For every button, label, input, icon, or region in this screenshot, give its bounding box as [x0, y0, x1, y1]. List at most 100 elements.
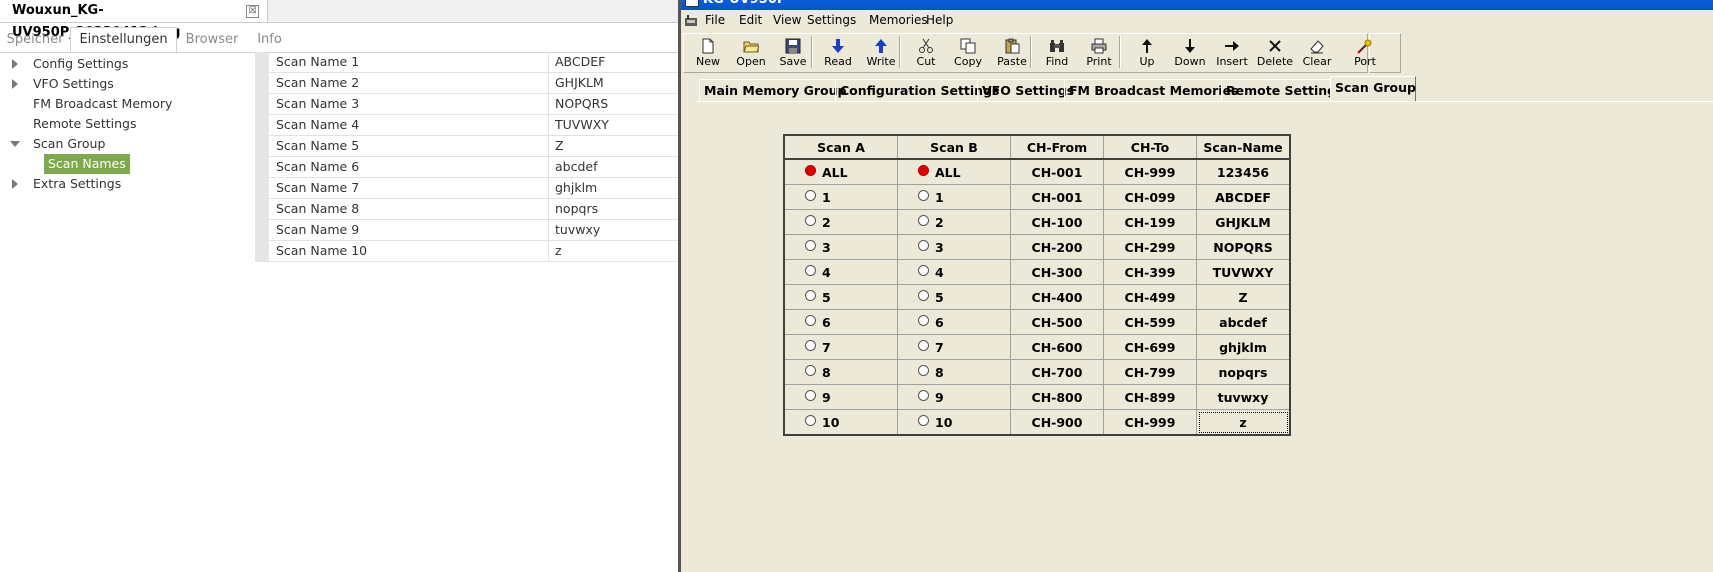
radio-button[interactable]: [918, 315, 929, 326]
radio-button[interactable]: [805, 165, 816, 176]
setting-value-field[interactable]: TUVWXY: [548, 115, 678, 135]
table-row[interactable]: Scan Name 6 abcdef: [269, 157, 678, 178]
scan-b-cell[interactable]: 10: [897, 409, 1011, 436]
scan-b-cell[interactable]: 3: [897, 234, 1011, 260]
scan-b-cell[interactable]: 4: [897, 259, 1011, 285]
tab-info[interactable]: Info: [247, 28, 292, 52]
radio-button[interactable]: [918, 390, 929, 401]
menu-settings[interactable]: Settings: [807, 10, 856, 31]
ch-to-cell[interactable]: CH-499: [1103, 284, 1197, 310]
menu-memories[interactable]: Memories: [869, 10, 928, 31]
scan-a-cell[interactable]: 4: [783, 259, 898, 285]
ch-from-cell[interactable]: CH-001: [1010, 184, 1104, 210]
scan-name-cell[interactable]: GHJKLM: [1196, 209, 1291, 235]
read-button[interactable]: Read: [818, 34, 858, 72]
radio-button[interactable]: [805, 215, 816, 226]
ch-from-cell[interactable]: CH-600: [1010, 334, 1104, 360]
setting-value-field[interactable]: z: [548, 241, 678, 261]
setting-value-field[interactable]: tuvwxy: [548, 220, 678, 240]
tab-speicher[interactable]: Speicher: [0, 28, 70, 52]
ch-to-cell[interactable]: CH-599: [1103, 309, 1197, 335]
ch-from-cell[interactable]: CH-300: [1010, 259, 1104, 285]
ch-from-cell[interactable]: CH-700: [1010, 359, 1104, 385]
print-button[interactable]: Print: [1079, 34, 1119, 72]
ch-to-cell[interactable]: CH-999: [1103, 409, 1197, 436]
setting-value-field[interactable]: ABCDEF: [548, 52, 678, 72]
radio-button[interactable]: [918, 365, 929, 376]
ch-from-cell[interactable]: CH-100: [1010, 209, 1104, 235]
close-tab-icon[interactable]: ☒: [246, 5, 259, 18]
radio-button[interactable]: [918, 215, 929, 226]
scan-name-cell[interactable]: Z: [1196, 284, 1291, 310]
expand-arrow-icon[interactable]: [12, 59, 18, 69]
collapse-arrow-icon[interactable]: [10, 141, 20, 147]
setting-value-field[interactable]: NOPQRS: [548, 94, 678, 114]
ch-to-cell[interactable]: CH-699: [1103, 334, 1197, 360]
expand-arrow-icon[interactable]: [12, 79, 18, 89]
scan-b-cell[interactable]: 9: [897, 384, 1011, 410]
tab-remote-settings[interactable]: Remote Settings: [1221, 79, 1344, 101]
table-row[interactable]: Scan Name 7 ghjklm: [269, 178, 678, 199]
down-button[interactable]: Down: [1170, 34, 1210, 72]
setting-value-field[interactable]: Z: [548, 136, 678, 156]
tab-configuration-settings[interactable]: Configuration Settings: [835, 79, 999, 101]
radio-button[interactable]: [805, 265, 816, 276]
radio-button[interactable]: [805, 315, 816, 326]
ch-to-cell[interactable]: CH-099: [1103, 184, 1197, 210]
menu-file[interactable]: File: [705, 10, 725, 31]
ch-to-cell[interactable]: CH-999: [1103, 158, 1197, 185]
radio-button[interactable]: [918, 415, 929, 426]
menu-view[interactable]: View: [773, 10, 801, 31]
scan-a-cell[interactable]: 8: [783, 359, 898, 385]
write-button[interactable]: Write: [861, 34, 901, 72]
ch-from-cell[interactable]: CH-200: [1010, 234, 1104, 260]
open-button[interactable]: Open: [731, 34, 771, 72]
scan-name-cell[interactable]: NOPQRS: [1196, 234, 1291, 260]
scan-name-cell[interactable]: ABCDEF: [1196, 184, 1291, 210]
scan-a-cell[interactable]: 2: [783, 209, 898, 235]
radio-button[interactable]: [918, 290, 929, 301]
tab-einstellungen[interactable]: Einstellungen: [70, 27, 177, 52]
radio-button[interactable]: [805, 190, 816, 201]
scan-b-cell[interactable]: 7: [897, 334, 1011, 360]
find-button[interactable]: Find: [1037, 34, 1077, 72]
scan-name-cell[interactable]: ghjklm: [1196, 334, 1291, 360]
table-row[interactable]: Scan Name 3 NOPQRS: [269, 94, 678, 115]
setting-value-field[interactable]: abcdef: [548, 157, 678, 177]
scan-a-cell[interactable]: 5: [783, 284, 898, 310]
scan-a-cell[interactable]: ALL: [783, 158, 898, 185]
table-row[interactable]: Scan Name 2 GHJKLM: [269, 73, 678, 94]
scan-name-cell[interactable]: nopqrs: [1196, 359, 1291, 385]
scan-name-cell[interactable]: TUVWXY: [1196, 259, 1291, 285]
radio-button[interactable]: [805, 340, 816, 351]
scan-a-cell[interactable]: 9: [783, 384, 898, 410]
scan-a-cell[interactable]: 6: [783, 309, 898, 335]
table-row[interactable]: Scan Name 5 Z: [269, 136, 678, 157]
radio-button[interactable]: [805, 365, 816, 376]
ch-to-cell[interactable]: CH-799: [1103, 359, 1197, 385]
scan-a-cell[interactable]: 10: [783, 409, 898, 436]
radio-button[interactable]: [805, 415, 816, 426]
tab-main-memory-group[interactable]: Main Memory Group: [699, 79, 846, 101]
radio-button[interactable]: [918, 240, 929, 251]
setting-value-field[interactable]: ghjklm: [548, 178, 678, 198]
table-row[interactable]: Scan Name 10 z: [269, 241, 678, 262]
scan-name-cell[interactable]: abcdef: [1196, 309, 1291, 335]
ch-to-cell[interactable]: CH-199: [1103, 209, 1197, 235]
ch-to-cell[interactable]: CH-899: [1103, 384, 1197, 410]
expand-arrow-icon[interactable]: [12, 179, 18, 189]
ch-from-cell[interactable]: CH-001: [1010, 158, 1104, 185]
title-bar[interactable]: KG-UV950P: [681, 0, 1713, 10]
radio-button[interactable]: [918, 265, 929, 276]
radio-button[interactable]: [805, 290, 816, 301]
table-row[interactable]: Scan Name 8 nopqrs: [269, 199, 678, 220]
radio-button[interactable]: [918, 165, 929, 176]
ch-from-cell[interactable]: CH-900: [1010, 409, 1104, 436]
save-button[interactable]: Save: [773, 34, 813, 72]
scan-name-cell[interactable]: z: [1196, 409, 1291, 436]
copy-button[interactable]: Copy: [948, 34, 988, 72]
paste-button[interactable]: Paste: [992, 34, 1032, 72]
insert-button[interactable]: Insert: [1212, 34, 1252, 72]
scan-b-cell[interactable]: 1: [897, 184, 1011, 210]
ch-to-cell[interactable]: CH-299: [1103, 234, 1197, 260]
